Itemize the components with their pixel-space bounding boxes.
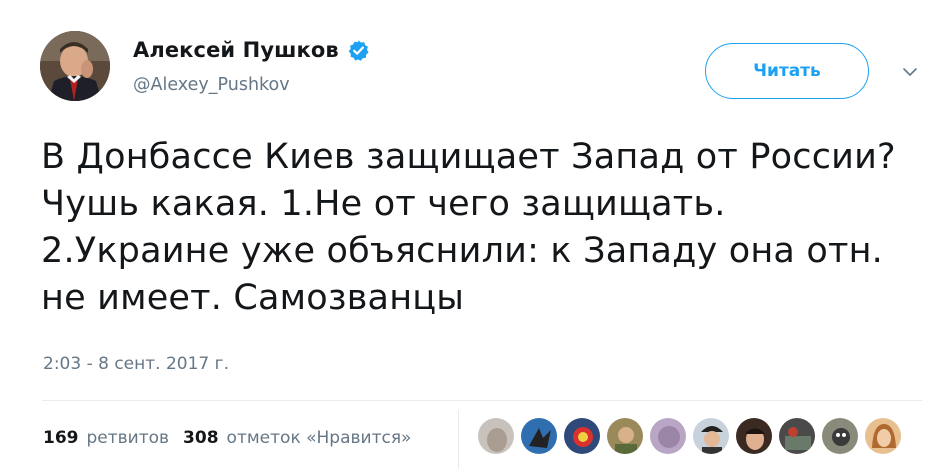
liker-avatars: [477, 417, 902, 455]
liker-avatar[interactable]: [477, 417, 515, 455]
author-avatar[interactable]: [40, 31, 110, 101]
likes-label: отметок «Нравится»: [226, 428, 412, 448]
author-name-row[interactable]: Алексей Пушков: [133, 38, 370, 62]
liker-avatar[interactable]: [692, 417, 730, 455]
liker-avatar[interactable]: [649, 417, 687, 455]
tweet-card: Алексей Пушков @Alexey_Pushkov Читать В …: [0, 0, 946, 469]
likes-stat[interactable]: 308 отметок «Нравится»: [183, 428, 411, 448]
tweet-text: В Донбассе Киев защищает Запад от России…: [41, 137, 896, 318]
liker-avatar[interactable]: [563, 417, 601, 455]
liker-avatar[interactable]: [735, 417, 773, 455]
stats-separator: [458, 410, 459, 469]
liker-avatar[interactable]: [520, 417, 558, 455]
author-handle[interactable]: @Alexey_Pushkov: [133, 75, 290, 95]
tweet-timestamp[interactable]: 2:03 - 8 сент. 2017 г.: [43, 354, 229, 374]
chevron-down-icon[interactable]: [900, 64, 920, 80]
author-display-name[interactable]: Алексей Пушков: [133, 38, 339, 62]
liker-avatar[interactable]: [864, 417, 902, 455]
liker-avatar[interactable]: [821, 417, 859, 455]
likes-count: 308: [183, 428, 219, 448]
author-photo: [40, 31, 110, 101]
verified-badge-icon: [348, 39, 369, 61]
liker-avatar[interactable]: [606, 417, 644, 455]
divider: [42, 400, 922, 401]
retweets-stat[interactable]: 169 ретвитов: [43, 428, 169, 448]
follow-button[interactable]: Читать: [705, 43, 869, 99]
retweets-label: ретвитов: [86, 428, 170, 448]
retweets-count: 169: [43, 428, 79, 448]
liker-avatar[interactable]: [778, 417, 816, 455]
tweet-stats: 169 ретвитов 308 отметок «Нравится»: [43, 428, 411, 448]
